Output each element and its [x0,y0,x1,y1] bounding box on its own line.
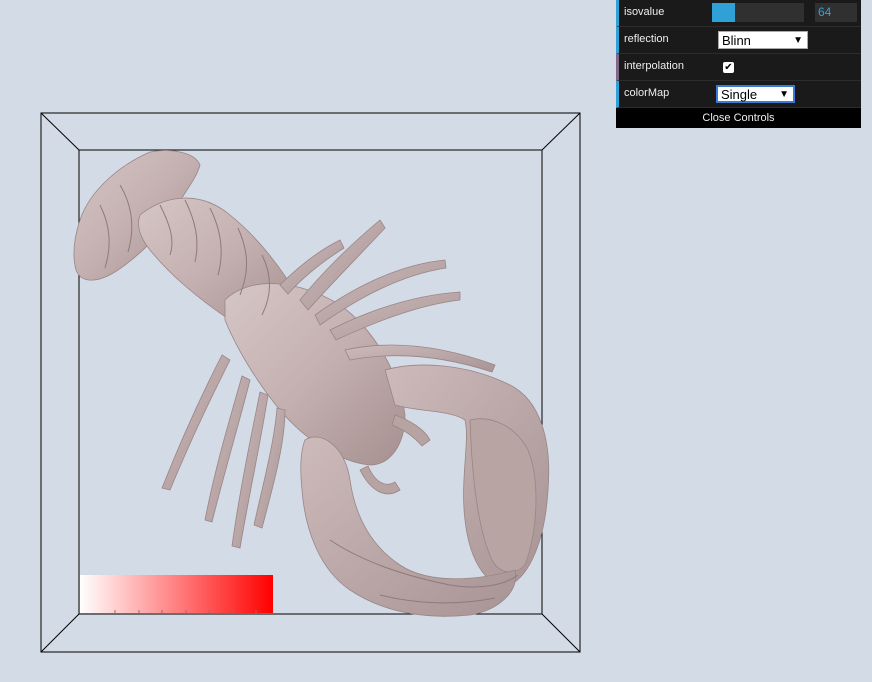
reflection-selected-value: Blinn [722,33,751,48]
reflection-label: reflection [624,33,669,45]
colormap-select[interactable]: Single ▼ [716,85,795,103]
chevron-down-icon: ▼ [779,89,789,100]
interpolation-label: interpolation [624,60,684,72]
isovalue-label: isovalue [624,6,665,18]
isovalue-number-input[interactable]: 64 [815,3,857,22]
reflection-select[interactable]: Blinn ▼ [718,31,808,49]
chevron-down-icon: ▼ [793,35,803,46]
close-controls-button[interactable]: Close Controls [616,108,861,128]
colormap-label: colorMap [624,87,670,99]
volume-render-canvas[interactable] [0,0,616,682]
interpolation-checkbox[interactable]: ✔ [723,62,734,73]
isovalue-row: isovalue 64 [616,0,861,27]
isovalue-slider-fill [712,3,735,22]
checkmark-icon: ✔ [724,62,733,73]
lobster-isosurface [73,150,550,617]
colormap-legend [80,575,273,613]
interpolation-row: interpolation ✔ [616,54,861,81]
reflection-row: reflection Blinn ▼ [616,27,861,54]
colormap-selected-value: Single [721,87,758,102]
colormap-row: colorMap Single ▼ [616,81,861,108]
isovalue-slider[interactable] [712,3,804,22]
controls-panel: isovalue 64 reflection Blinn ▼ interpola… [616,0,861,128]
